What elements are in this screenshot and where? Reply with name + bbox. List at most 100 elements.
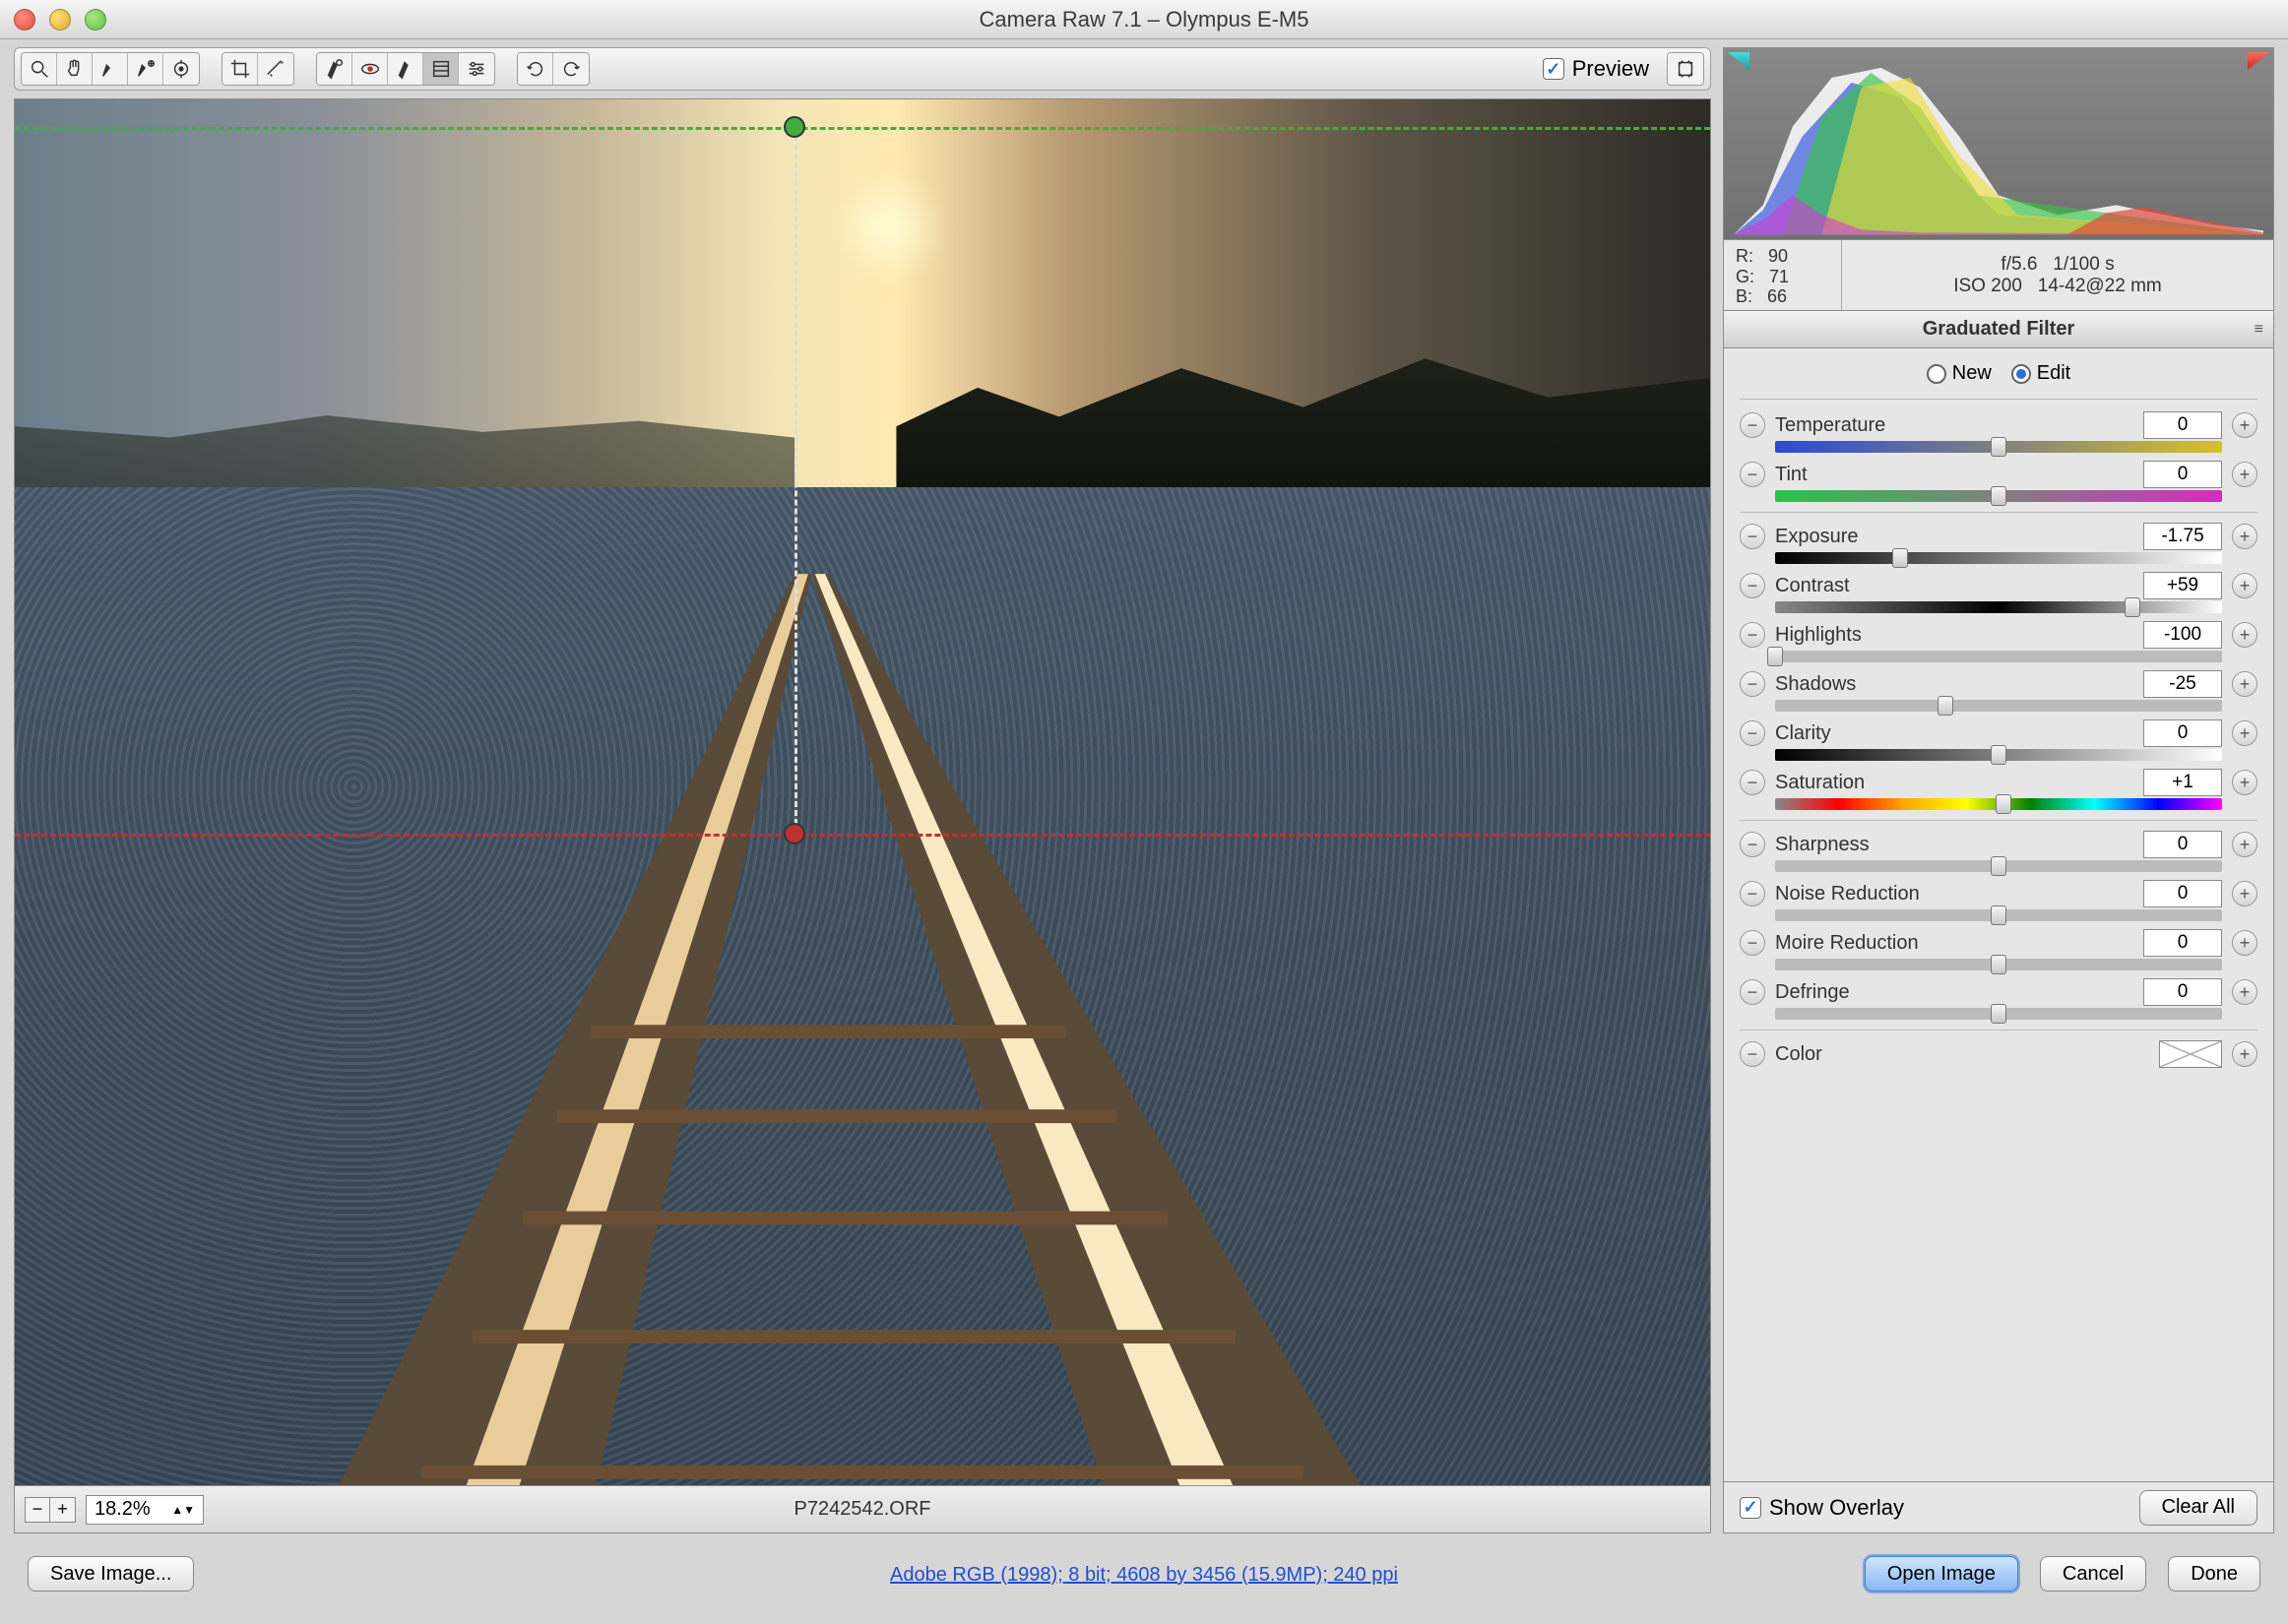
tint-slider[interactable] xyxy=(1775,490,2222,502)
exposure-value[interactable]: -1.75 xyxy=(2143,523,2222,550)
panel-menu-icon[interactable]: ≡ xyxy=(2255,321,2263,339)
clarity-value[interactable]: 0 xyxy=(2143,719,2222,747)
graduated-filter-tool[interactable] xyxy=(423,53,459,85)
color-plus-button[interactable]: + xyxy=(2232,1041,2257,1067)
highlights-value[interactable]: -100 xyxy=(2143,621,2222,649)
saturation-label: Saturation xyxy=(1775,772,2133,794)
preview-checkbox[interactable]: ✓ Preview xyxy=(1543,56,1649,82)
clarity-slider[interactable] xyxy=(1775,749,2222,761)
adjustment-brush-tool[interactable] xyxy=(388,53,423,85)
filename-label: P7242542.ORF xyxy=(15,1498,1710,1521)
moire-plus-button[interactable]: + xyxy=(2232,930,2257,956)
shadows-label: Shadows xyxy=(1775,673,2133,696)
defringe-slider[interactable] xyxy=(1775,1008,2222,1020)
moire-label: Moire Reduction xyxy=(1775,932,2133,955)
rotate-cw-tool[interactable] xyxy=(553,53,589,85)
shadows-minus-button[interactable]: − xyxy=(1740,671,1765,697)
exposure-slider[interactable] xyxy=(1775,552,2222,564)
clear-all-button[interactable]: Clear All xyxy=(2139,1490,2257,1526)
defringe-label: Defringe xyxy=(1775,981,2133,1004)
noise-slider[interactable] xyxy=(1775,909,2222,921)
contrast-minus-button[interactable]: − xyxy=(1740,573,1765,598)
contrast-slider[interactable] xyxy=(1775,601,2222,613)
sharpness-plus-button[interactable]: + xyxy=(2232,832,2257,857)
noise-value[interactable]: 0 xyxy=(2143,880,2222,907)
graduated-filter-panel: New Edit −Temperature0+−Tint0+−Exposure-… xyxy=(1723,348,2274,1482)
noise-plus-button[interactable]: + xyxy=(2232,881,2257,906)
color-swatch[interactable] xyxy=(2159,1040,2222,1068)
straighten-tool[interactable] xyxy=(258,53,293,85)
exposure-info: f/5.6 1/100 s ISO 200 14-42@22 mm xyxy=(1842,240,2273,310)
gradient-center-line[interactable] xyxy=(794,127,797,834)
preferences-tool[interactable] xyxy=(459,53,494,85)
saturation-slider[interactable] xyxy=(1775,798,2222,810)
temperature-minus-button[interactable]: − xyxy=(1740,412,1765,438)
exposure-plus-button[interactable]: + xyxy=(2232,524,2257,549)
tint-value[interactable]: 0 xyxy=(2143,461,2222,488)
saturation-minus-button[interactable]: − xyxy=(1740,770,1765,795)
titlebar: Camera Raw 7.1 – Olympus E-M5 xyxy=(0,0,2288,39)
temperature-plus-button[interactable]: + xyxy=(2232,412,2257,438)
exposure-label: Exposure xyxy=(1775,526,2133,548)
red-eye-tool[interactable] xyxy=(352,53,388,85)
sharpness-value[interactable]: 0 xyxy=(2143,831,2222,858)
window-title: Camera Raw 7.1 – Olympus E-M5 xyxy=(0,7,2288,32)
moire-slider[interactable] xyxy=(1775,959,2222,970)
tint-label: Tint xyxy=(1775,464,2133,486)
moire-minus-button[interactable]: − xyxy=(1740,930,1765,956)
panel-header: Graduated Filter ≡ xyxy=(1723,311,2274,348)
show-overlay-checkbox[interactable]: ✓ Show Overlay xyxy=(1740,1495,1904,1521)
noise-minus-button[interactable]: − xyxy=(1740,881,1765,906)
zoom-tool[interactable] xyxy=(22,53,57,85)
shadows-value[interactable]: -25 xyxy=(2143,670,2222,698)
tint-plus-button[interactable]: + xyxy=(2232,462,2257,487)
sharpness-minus-button[interactable]: − xyxy=(1740,832,1765,857)
preview-status-bar: − + 18.2%▲▼ P7242542.ORF xyxy=(14,1486,1711,1533)
clarity-minus-button[interactable]: − xyxy=(1740,720,1765,746)
sharpness-label: Sharpness xyxy=(1775,834,2133,856)
rotate-ccw-tool[interactable] xyxy=(518,53,553,85)
shadows-slider[interactable] xyxy=(1775,700,2222,712)
saturation-value[interactable]: +1 xyxy=(2143,769,2222,796)
mode-edit-radio[interactable]: Edit xyxy=(2011,362,2070,385)
mode-new-radio[interactable]: New xyxy=(1927,362,1992,385)
contrast-value[interactable]: +59 xyxy=(2143,572,2222,599)
sharpness-slider[interactable] xyxy=(1775,860,2222,872)
temperature-value[interactable]: 0 xyxy=(2143,411,2222,439)
gradient-end-handle[interactable] xyxy=(784,823,805,844)
temperature-slider[interactable] xyxy=(1775,441,2222,453)
highlights-label: Highlights xyxy=(1775,624,2133,647)
hand-tool[interactable] xyxy=(57,53,93,85)
shadows-plus-button[interactable]: + xyxy=(2232,671,2257,697)
color-minus-button[interactable]: − xyxy=(1740,1041,1765,1067)
highlights-plus-button[interactable]: + xyxy=(2232,622,2257,648)
workflow-options-link[interactable]: Adobe RGB (1998); 8 bit; 4608 by 3456 (1… xyxy=(0,1561,2288,1587)
contrast-plus-button[interactable]: + xyxy=(2232,573,2257,598)
panel-footer: ✓ Show Overlay Clear All xyxy=(1723,1482,2274,1533)
moire-value[interactable]: 0 xyxy=(2143,929,2222,957)
clarity-label: Clarity xyxy=(1775,722,2133,745)
exposure-minus-button[interactable]: − xyxy=(1740,524,1765,549)
image-preview[interactable] xyxy=(14,98,1711,1486)
gradient-top-line[interactable] xyxy=(15,127,1710,130)
crop-tool[interactable] xyxy=(222,53,258,85)
metadata-row: R: 90 G: 71 B: 66 f/5.6 1/100 s ISO 200 … xyxy=(1723,240,2274,311)
tint-minus-button[interactable]: − xyxy=(1740,462,1765,487)
saturation-plus-button[interactable]: + xyxy=(2232,770,2257,795)
dialog-footer: Save Image... Adobe RGB (1998); 8 bit; 4… xyxy=(0,1533,2288,1614)
defringe-plus-button[interactable]: + xyxy=(2232,979,2257,1005)
gradient-bottom-line[interactable] xyxy=(15,834,1710,837)
defringe-minus-button[interactable]: − xyxy=(1740,979,1765,1005)
defringe-value[interactable]: 0 xyxy=(2143,978,2222,1006)
highlights-slider[interactable] xyxy=(1775,651,2222,662)
spot-removal-tool[interactable] xyxy=(317,53,352,85)
gradient-start-handle[interactable] xyxy=(784,116,805,138)
contrast-label: Contrast xyxy=(1775,575,2133,597)
fullscreen-toggle[interactable] xyxy=(1668,53,1703,85)
white-balance-tool[interactable] xyxy=(93,53,128,85)
highlights-minus-button[interactable]: − xyxy=(1740,622,1765,648)
histogram[interactable] xyxy=(1723,47,2274,240)
clarity-plus-button[interactable]: + xyxy=(2232,720,2257,746)
targeted-adjustment-tool[interactable] xyxy=(163,53,199,85)
color-sampler-tool[interactable] xyxy=(128,53,163,85)
